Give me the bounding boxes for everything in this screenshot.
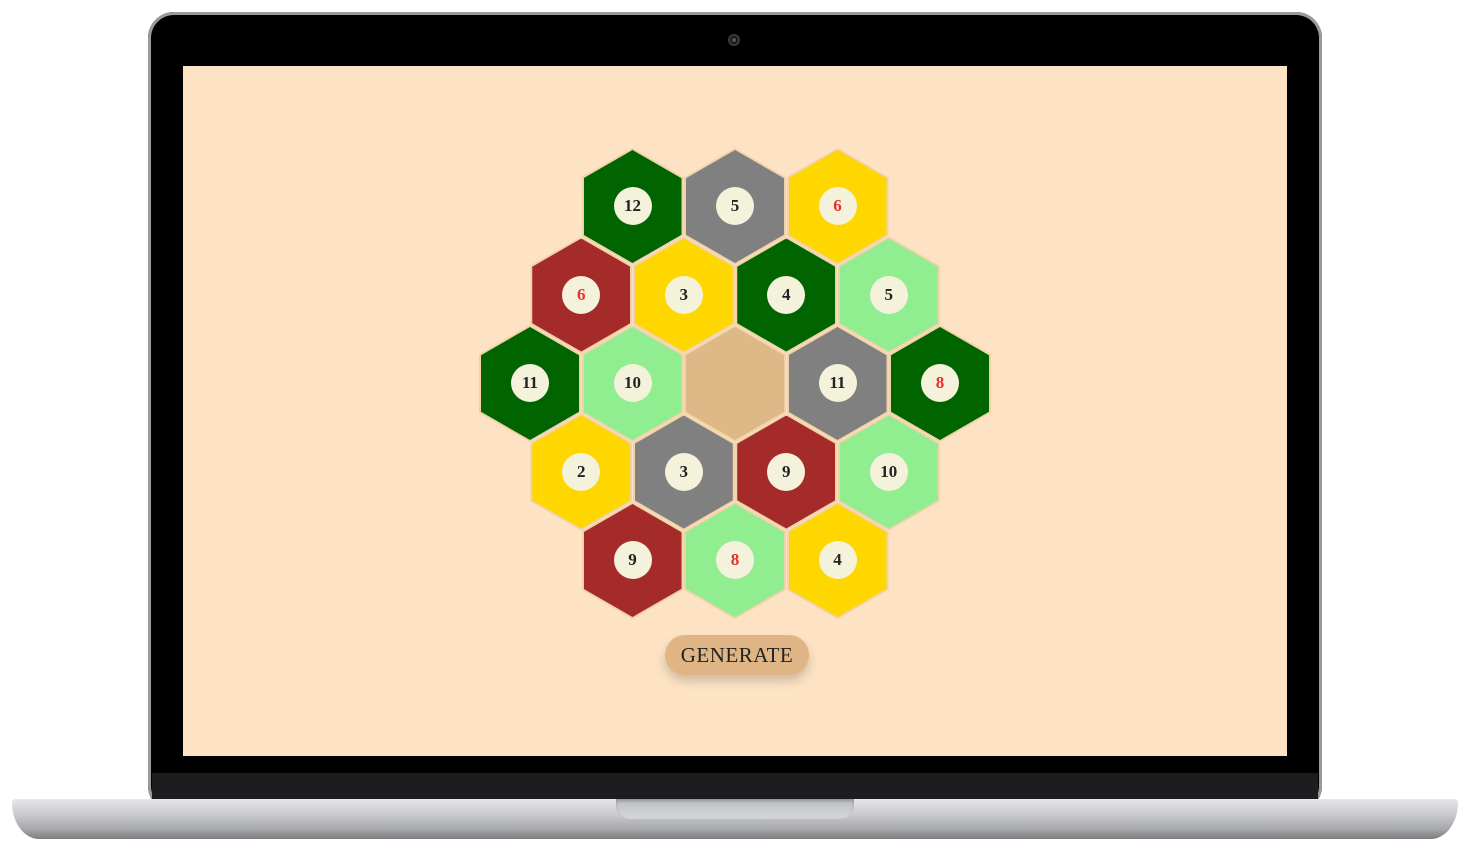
number-token: 8 — [716, 541, 754, 579]
number-token: 5 — [716, 187, 754, 225]
number-token: 11 — [818, 364, 857, 402]
number-token: 9 — [767, 452, 806, 491]
number-token: 6 — [818, 187, 857, 225]
laptop-bezel — [152, 773, 1318, 801]
number-token: 6 — [562, 275, 601, 314]
number-token: 2 — [562, 452, 601, 491]
number-token: 4 — [818, 541, 857, 579]
number-token: 4 — [767, 275, 806, 314]
number-token: 11 — [511, 364, 549, 402]
number-token: 3 — [664, 275, 703, 314]
number-token: 5 — [869, 275, 908, 314]
number-token: 9 — [613, 541, 652, 579]
number-token: 3 — [664, 452, 703, 491]
number-token: 10 — [869, 452, 908, 491]
number-token: 10 — [613, 364, 652, 402]
number-token: 12 — [613, 187, 652, 225]
laptop-notch — [616, 799, 854, 819]
app-screen: 12 5 6 6 3 4 5 11 10 11 8 2 3 9 10 9 8 4 GENERATE — [183, 66, 1287, 756]
number-token: 8 — [921, 364, 959, 402]
generate-button[interactable]: GENERATE — [665, 635, 809, 675]
webcam-icon — [728, 34, 740, 46]
